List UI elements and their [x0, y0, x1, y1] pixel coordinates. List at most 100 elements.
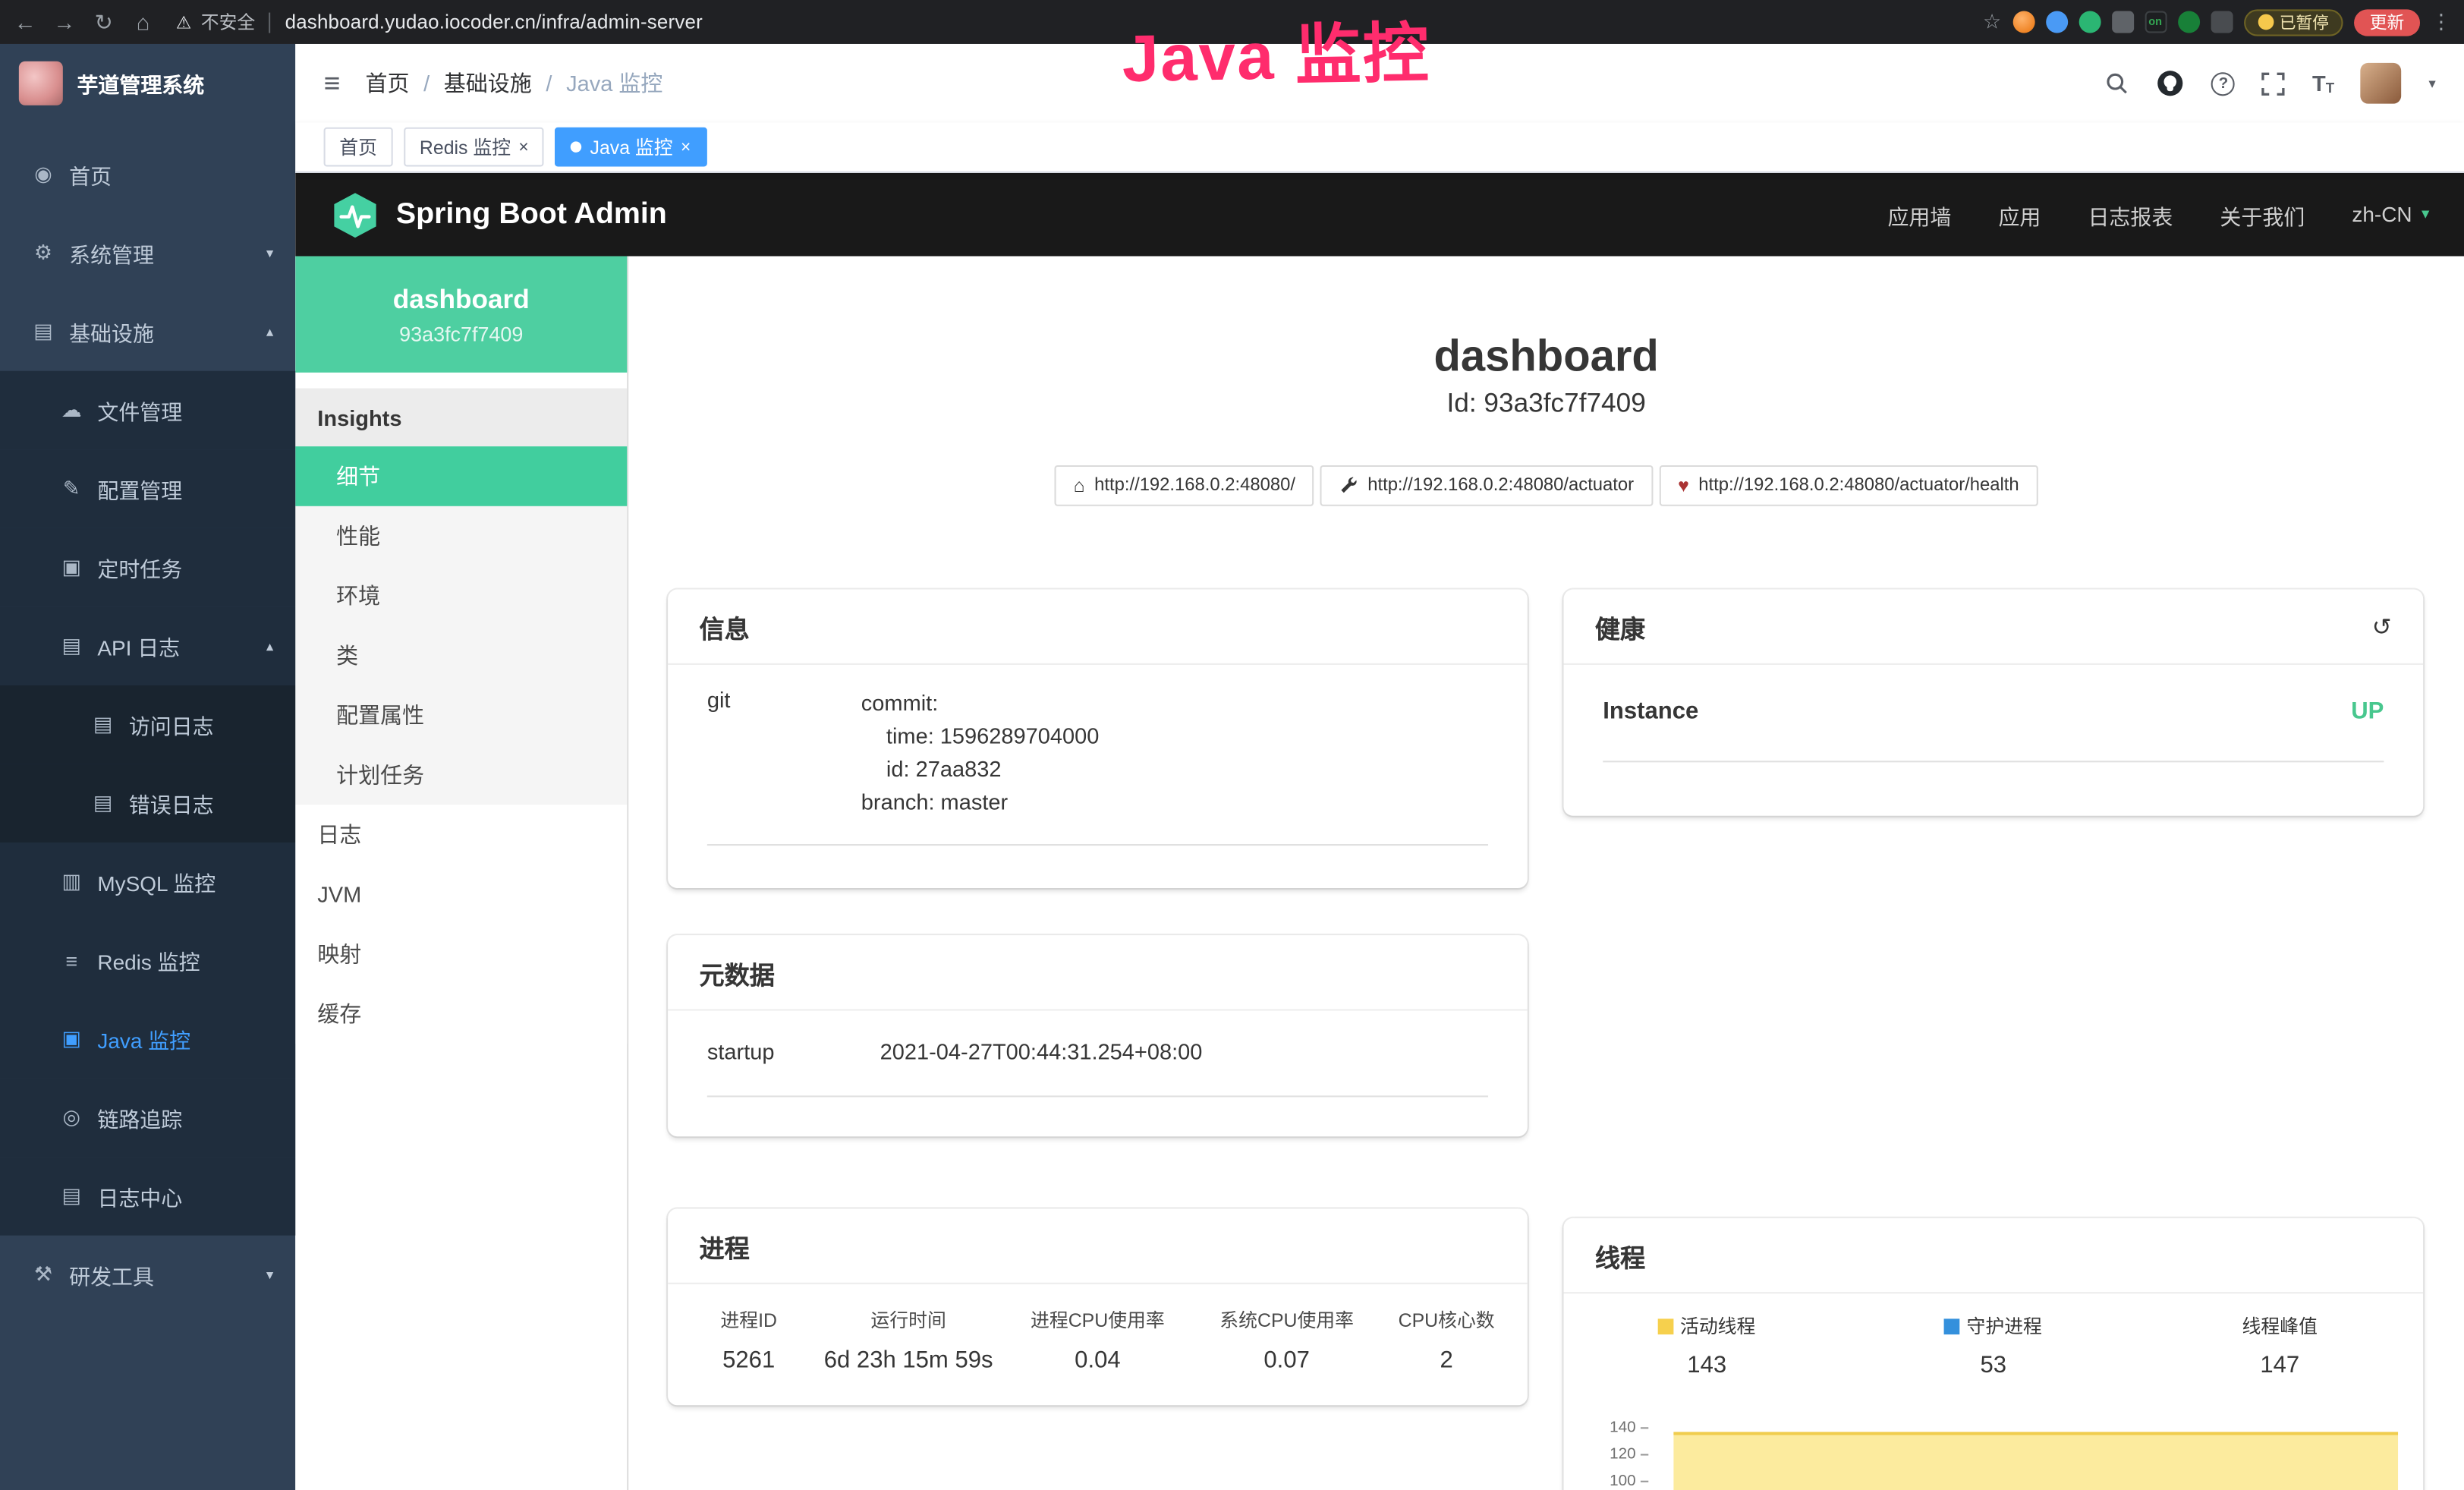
page-title: dashboard: [628, 332, 2464, 382]
bookmark-star-icon[interactable]: ☆: [1983, 9, 2001, 34]
sidebar-item-api-logs[interactable]: ▤ API 日志 ▴: [0, 606, 295, 685]
people-extension-icon[interactable]: [2111, 11, 2133, 33]
font-size-small-t: T: [2326, 80, 2334, 96]
hamburger-icon[interactable]: ≡: [324, 67, 341, 99]
url-text[interactable]: dashboard.yudao.iocoder.cn/infra/admin-s…: [285, 11, 703, 33]
tab-label: 首页: [339, 134, 377, 160]
infrastructure-icon: ▤: [31, 319, 55, 344]
switch-extension-icon[interactable]: on: [2145, 11, 2167, 33]
tab-java-monitor[interactable]: Java 监控 ×: [555, 128, 706, 167]
metadata-card-header: 元数据: [668, 935, 1528, 1010]
app-logo-row[interactable]: 芋道管理系统: [0, 44, 295, 123]
sba-item-logs[interactable]: 日志: [295, 805, 627, 865]
close-icon[interactable]: ×: [518, 137, 528, 156]
font-size-icon[interactable]: TT: [2312, 71, 2334, 96]
metadata-card-body: startup 2021-04-27T00:44:31.254+08:00: [668, 1011, 1528, 1120]
chevron-up-icon: ▴: [266, 323, 273, 341]
help-icon[interactable]: ?: [2211, 71, 2235, 95]
health-card-title: 健康: [1595, 607, 1645, 645]
sba-brand[interactable]: Spring Boot Admin: [330, 190, 667, 240]
forward-icon[interactable]: →: [52, 9, 77, 34]
breadcrumb-home[interactable]: 首页: [365, 68, 409, 99]
search-icon[interactable]: [2105, 71, 2130, 96]
threads-card-body: 活动线程 143 守护进程: [1563, 1293, 2423, 1490]
sidebar-item-system-management[interactable]: ⚙ 系统管理 ▾: [0, 214, 295, 293]
instance-health-row[interactable]: Instance UP: [1603, 665, 2384, 762]
update-button[interactable]: 更新: [2354, 8, 2420, 35]
leaf-extension-icon[interactable]: [2177, 11, 2199, 33]
sidebar-item-error-logs[interactable]: ▤ 错误日志: [0, 764, 295, 843]
sidebar-item-mysql-monitor[interactable]: ▥ MySQL 监控: [0, 843, 295, 921]
git-value-lines: commit: time: 1596289704000 id: 27aa832 …: [861, 687, 1100, 819]
locale-selector[interactable]: zh-CN ▾: [2352, 203, 2429, 226]
sidebar-item-redis-monitor[interactable]: ≡ Redis 监控: [0, 921, 295, 1000]
sba-item-mappings[interactable]: 映射: [295, 925, 627, 984]
breadcrumb: 首页 / 基础设施 / Java 监控: [365, 68, 662, 99]
sidebar-item-infrastructure[interactable]: ▤ 基础设施 ▴: [0, 292, 295, 371]
service-url-button[interactable]: ⌂ http://192.168.0.2:48080/: [1055, 465, 1314, 506]
fox-extension-icon[interactable]: [2012, 11, 2034, 33]
sba-item-config-props[interactable]: 配置属性: [295, 685, 627, 745]
sidebar-item-scheduled-tasks[interactable]: ▣ 定时任务: [0, 528, 295, 607]
live-threads-area-series: [1673, 1432, 2398, 1490]
health-url-button[interactable]: ♥ http://192.168.0.2:48080/actuator/heal…: [1659, 465, 2038, 506]
sidebar-item-tracing[interactable]: ◎ 链路追踪: [0, 1079, 295, 1158]
sidebar-item-home[interactable]: ◉ 首页: [0, 135, 295, 214]
breadcrumb-current: Java 监控: [566, 68, 662, 99]
sba-nav-journal[interactable]: 日志报表: [2088, 199, 2173, 230]
paused-badge[interactable]: 已暂停: [2243, 8, 2343, 35]
sidebar-item-label: 首页: [69, 159, 112, 190]
github-icon[interactable]: [2157, 69, 2185, 97]
sidebar-item-label: MySQL 监控: [97, 866, 216, 897]
app-sidebar: 芋道管理系统 ◉ 首页 ⚙ 系统管理 ▾ ▤ 基础设施 ▴ ☁: [0, 44, 295, 1490]
sba-item-scheduled-tasks[interactable]: 计划任务: [295, 745, 627, 805]
tab-redis-monitor[interactable]: Redis 监控 ×: [404, 128, 544, 167]
browser-home-icon[interactable]: ⌂: [131, 9, 156, 34]
process-metric: 进程ID 5261: [678, 1306, 820, 1374]
threads-legend: 活动线程 143 守护进程: [1563, 1293, 2423, 1378]
address-bar[interactable]: ⚠ 不安全 dashboard.yudao.iocoder.cn/infra/a…: [176, 9, 703, 34]
sidebar-item-label: 系统管理: [69, 238, 154, 269]
sba-nav-wallboard[interactable]: 应用墙: [1887, 199, 1951, 230]
sidebar-item-config-management[interactable]: ✎ 配置管理: [0, 449, 295, 528]
sba-item-details[interactable]: 细节: [295, 446, 627, 506]
browser-menu-icon[interactable]: ⋮: [2431, 9, 2452, 34]
chevron-down-icon: ▾: [2422, 206, 2429, 223]
app-title: 芋道管理系统: [77, 68, 204, 99]
fullscreen-icon[interactable]: [2262, 71, 2286, 95]
paused-face-icon: [2258, 14, 2274, 30]
breadcrumb-infrastructure[interactable]: 基础设施: [444, 68, 532, 99]
green-extension-icon[interactable]: [2079, 11, 2101, 33]
sba-item-metrics[interactable]: 性能: [295, 506, 627, 566]
drop-extension-icon[interactable]: [2045, 11, 2067, 33]
info-card: 信息 git commit: time: 1596289704000 id: 2: [668, 590, 1528, 888]
browser-chrome: ← → ↻ ⌂ ⚠ 不安全 dashboard.yudao.iocoder.cn…: [0, 0, 2464, 44]
sba-nav-about[interactable]: 关于我们: [2220, 199, 2305, 230]
reload-icon[interactable]: ↻: [91, 8, 116, 35]
sidebar-item-dev-tools[interactable]: ⚒ 研发工具 ▾: [0, 1236, 295, 1315]
tab-home[interactable]: 首页: [324, 128, 393, 167]
sba-item-classes[interactable]: 类: [295, 625, 627, 685]
sidebar-item-file-management[interactable]: ☁ 文件管理: [0, 371, 295, 450]
sba-nav-applications[interactable]: 应用: [1998, 199, 2041, 230]
actuator-url-button[interactable]: http://192.168.0.2:48080/actuator: [1320, 465, 1653, 506]
back-icon[interactable]: ←: [13, 9, 38, 34]
history-icon[interactable]: ↺: [2372, 613, 2392, 641]
sidebar-item-access-logs[interactable]: ▤ 访问日志: [0, 685, 295, 764]
avatar-caret-icon[interactable]: ▾: [2428, 74, 2435, 92]
instance-header[interactable]: dashboard 93a3fc7f7409: [295, 257, 627, 373]
process-metric: 进程CPU使用率 0.04: [996, 1306, 1198, 1374]
user-avatar[interactable]: [2361, 63, 2402, 104]
puppeteer-extension-icon[interactable]: [2211, 11, 2233, 33]
sba-item-jvm[interactable]: JVM: [295, 865, 627, 925]
home-icon: ⌂: [1074, 474, 1085, 496]
close-icon[interactable]: ×: [681, 137, 691, 156]
sba-item-caches[interactable]: 缓存: [295, 984, 627, 1044]
sba-item-environment[interactable]: 环境: [295, 565, 627, 625]
sidebar-item-label: 链路追踪: [97, 1102, 182, 1133]
startup-row: startup 2021-04-27T00:44:31.254+08:00: [707, 1011, 1488, 1098]
threads-area-chart: 140 120 100: [1563, 1410, 2423, 1490]
paused-badge-label: 已暂停: [2280, 10, 2329, 33]
sidebar-item-java-monitor[interactable]: ▣ Java 监控: [0, 1000, 295, 1079]
sidebar-item-log-center[interactable]: ▤ 日志中心: [0, 1157, 295, 1236]
